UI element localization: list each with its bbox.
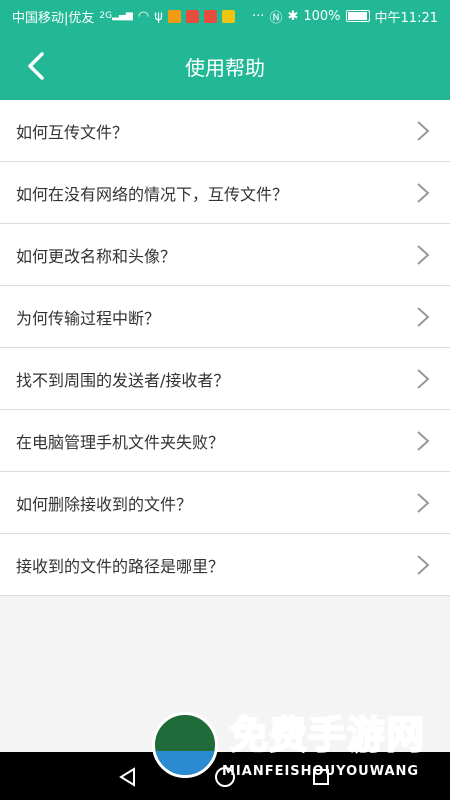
help-item-label: 找不到周围的发送者/接收者？ <box>16 370 230 390</box>
help-item-label: 如何删除接收到的文件？ <box>16 494 193 514</box>
battery-icon <box>345 10 370 22</box>
notification-app-icon <box>185 9 199 23</box>
chevron-right-icon <box>417 244 430 265</box>
help-item[interactable]: 如何互传文件？ <box>0 100 450 162</box>
battery-percent: 100% <box>303 8 341 24</box>
chevron-right-icon <box>417 492 430 513</box>
help-item[interactable]: 如何删除接收到的文件？ <box>0 472 450 534</box>
help-item[interactable]: 找不到周围的发送者/接收者？ <box>0 348 450 410</box>
clock: 中午11:21 <box>374 10 438 26</box>
triangle-back-icon <box>119 767 135 787</box>
help-item[interactable]: 在电脑管理手机文件夹失败？ <box>0 410 450 472</box>
signal-icon: 2G▂▄▆ <box>99 11 133 21</box>
chevron-right-icon <box>417 306 430 327</box>
help-item[interactable]: 如何在没有网络的情况下，互传文件？ <box>0 162 450 224</box>
watermark: 免费手游网 MIANFEISHOUYOUWANG <box>150 712 450 792</box>
notification-app-icon <box>167 9 181 23</box>
chevron-right-icon <box>417 430 430 451</box>
watermark-brand: 免费手游网 <box>229 712 426 758</box>
chevron-right-icon <box>417 368 430 389</box>
chevron-right-icon <box>417 120 430 141</box>
help-item-label: 在电脑管理手机文件夹失败？ <box>16 432 225 452</box>
help-item[interactable]: 接收到的文件的路径是哪里？ <box>0 534 450 596</box>
usb-icon: ψ <box>154 8 163 24</box>
help-list: 如何互传文件？ 如何在没有网络的情况下，互传文件？ 如何更改名称和头像？ 为何传… <box>0 100 450 596</box>
help-item-label: 如何更改名称和头像？ <box>16 246 177 266</box>
help-item[interactable]: 如何更改名称和头像？ <box>0 224 450 286</box>
notification-app-icon <box>203 9 217 23</box>
watermark-subtitle: MIANFEISHOUYOUWANG <box>222 764 420 779</box>
nfc-icon: Ⓝ <box>269 10 283 26</box>
help-item-label: 如何互传文件？ <box>16 122 129 142</box>
weibo-icon <box>221 9 235 23</box>
nav-back-button[interactable] <box>113 762 143 792</box>
network-type-label: 2G <box>99 11 113 21</box>
wifi-icon: ◠ <box>137 8 150 24</box>
chevron-right-icon <box>417 554 430 575</box>
status-bar: 中国移动|优友 2G▂▄▆ ◠ ψ ··· Ⓝ ✱ 100% 中午11:21 <box>0 0 450 32</box>
back-button[interactable] <box>16 46 56 86</box>
chevron-left-icon <box>28 52 44 80</box>
page-title: 使用帮助 <box>185 55 265 80</box>
bluetooth-icon: ✱ <box>287 8 299 24</box>
help-item-label: 如何在没有网络的情况下，互传文件？ <box>16 184 289 204</box>
help-item-label: 接收到的文件的路径是哪里？ <box>16 556 225 576</box>
chevron-right-icon <box>417 182 430 203</box>
help-item-label: 为何传输过程中断？ <box>16 308 161 328</box>
help-item[interactable]: 为何传输过程中断？ <box>0 286 450 348</box>
watermark-logo <box>152 712 218 778</box>
carrier-text: 中国移动|优友 <box>12 10 95 26</box>
more-icon: ··· <box>252 8 265 24</box>
app-bar: 使用帮助 <box>0 32 450 100</box>
